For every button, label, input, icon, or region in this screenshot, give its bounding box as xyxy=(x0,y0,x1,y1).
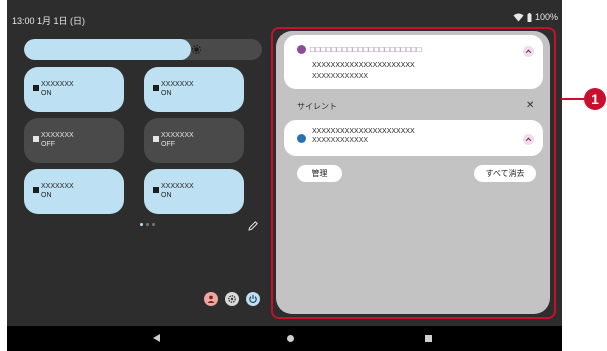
status-time-date: 13:00 1月 1日 (日) xyxy=(12,16,86,26)
tile-icon xyxy=(33,187,39,193)
user-icon xyxy=(207,295,215,303)
quick-setting-tile-1[interactable]: XXXXXXX ON xyxy=(24,67,124,112)
battery-icon xyxy=(527,12,532,22)
quick-setting-tile-6[interactable]: XXXXXXX ON xyxy=(144,169,244,214)
edit-pencil-icon[interactable] xyxy=(247,220,259,232)
callout-number-badge: 1 xyxy=(584,88,606,110)
quick-setting-tile-3[interactable]: XXXXXXX OFF xyxy=(24,118,124,163)
brightness-slider[interactable] xyxy=(24,39,262,60)
power-icon xyxy=(249,295,257,303)
status-bar: 13:00 1月 1日 (日) 100% xyxy=(7,0,562,30)
page-dot-2 xyxy=(146,223,149,226)
tile-state: OFF xyxy=(161,141,175,148)
wifi-icon xyxy=(513,13,524,21)
brightness-slider-fill xyxy=(24,39,191,60)
back-icon[interactable] xyxy=(153,334,160,342)
tile-name: XXXXXXX xyxy=(161,132,194,139)
page-dot-3 xyxy=(152,223,155,226)
recent-apps-icon[interactable] xyxy=(425,335,432,342)
callout-highlight-box xyxy=(271,27,556,319)
quick-setting-tile-2[interactable]: XXXXXXX ON xyxy=(144,67,244,112)
tile-state: ON xyxy=(161,192,172,199)
battery-percent: 100% xyxy=(534,12,558,22)
tile-icon xyxy=(33,85,39,91)
quick-setting-tile-4[interactable]: XXXXXXX OFF xyxy=(144,118,244,163)
tile-state: ON xyxy=(41,192,52,199)
tile-name: XXXXXXX xyxy=(41,81,74,88)
tile-name: XXXXXXX xyxy=(41,132,74,139)
tile-icon xyxy=(33,136,39,142)
navigation-bar xyxy=(7,326,562,351)
tile-state: ON xyxy=(161,90,172,97)
tile-state: ON xyxy=(41,90,52,97)
tile-name: XXXXXXX xyxy=(41,183,74,190)
page-indicator xyxy=(140,223,155,226)
quick-setting-tile-5[interactable]: XXXXXXX ON xyxy=(24,169,124,214)
tile-state: OFF xyxy=(41,141,55,148)
callout-leader-line xyxy=(561,98,584,100)
tile-icon xyxy=(153,187,159,193)
status-icons: 100% xyxy=(513,12,558,22)
gear-icon xyxy=(228,295,236,303)
home-icon[interactable] xyxy=(287,335,294,342)
user-switch-button[interactable] xyxy=(204,292,218,306)
page-dot-1 xyxy=(140,223,143,226)
tile-icon xyxy=(153,136,159,142)
power-button[interactable] xyxy=(246,292,260,306)
settings-button[interactable] xyxy=(225,292,239,306)
tile-icon xyxy=(153,85,159,91)
brightness-icon xyxy=(191,44,202,55)
tile-name: XXXXXXX xyxy=(161,81,194,88)
tile-name: XXXXXXX xyxy=(161,183,194,190)
